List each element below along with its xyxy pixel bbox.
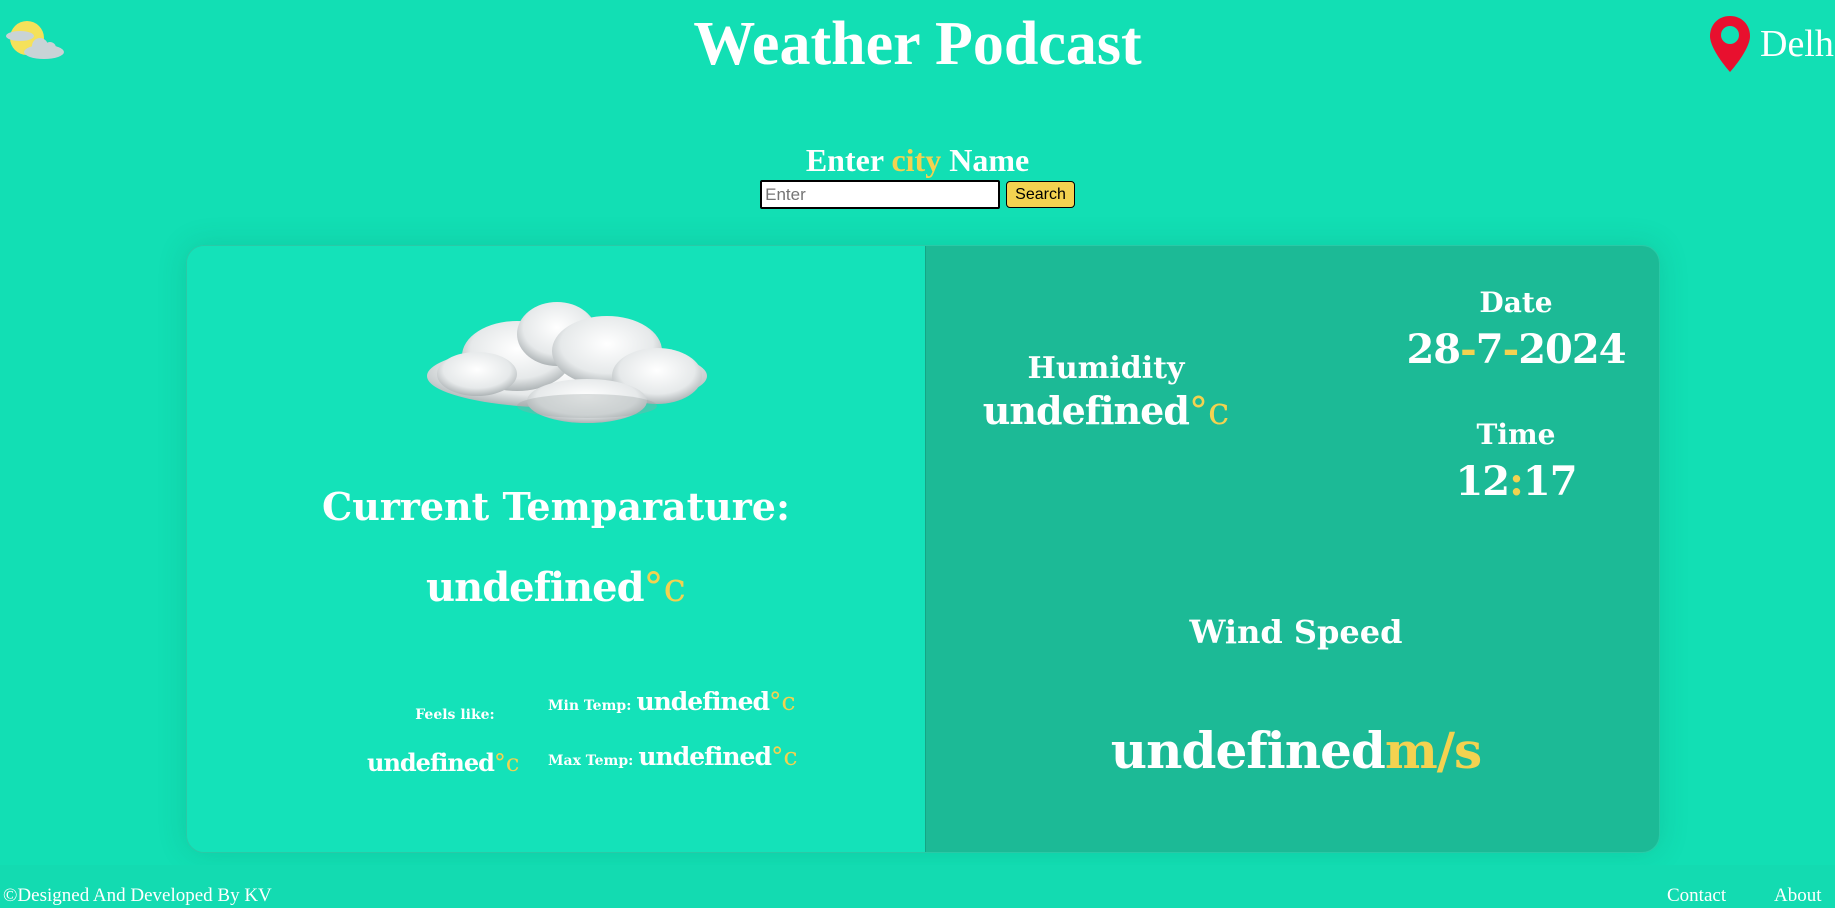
min-temp-row: Min Temp: undefined°c xyxy=(548,687,796,716)
header: Weather Podcast Delh xyxy=(0,0,1835,90)
humidity-label: Humidity xyxy=(1027,351,1185,386)
current-temperature-value: undefined°c xyxy=(187,564,925,611)
temp-unit: °c xyxy=(643,565,686,611)
time-hour: 12 xyxy=(1455,458,1510,505)
date-day: 28 xyxy=(1406,326,1461,373)
search-label: Enter city Name xyxy=(0,140,1835,180)
city-search-input[interactable] xyxy=(760,180,1001,209)
feels-like-value: undefined°c xyxy=(367,748,519,777)
search-label-post: Name xyxy=(941,142,1030,178)
date-sep-2: - xyxy=(1502,326,1520,373)
weather-card: Current Temparature: undefined°c Feels l… xyxy=(186,245,1660,853)
location-label: Delh xyxy=(1760,23,1834,65)
map-pin-icon xyxy=(1710,16,1750,72)
humidity-unit: °c xyxy=(1188,389,1230,433)
wind-value-text: undefined xyxy=(1110,721,1386,780)
feels-like-label: Feels like: xyxy=(415,707,495,723)
time-sep: : xyxy=(1509,458,1524,505)
max-temp-label: Max Temp: xyxy=(548,753,634,769)
cloud-image xyxy=(407,286,727,436)
search-row: Search xyxy=(0,180,1835,209)
copyright-text: ©Designed And Developed By KV xyxy=(3,885,272,906)
humidity-value-text: undefined xyxy=(982,388,1190,433)
humidity-value: undefined°c xyxy=(966,388,1246,433)
max-temp-unit: °c xyxy=(770,742,798,771)
time-value: 12:17 xyxy=(1406,458,1626,505)
time-minute: 17 xyxy=(1522,458,1578,505)
min-temp-value: undefined xyxy=(636,687,770,716)
feels-unit: °c xyxy=(493,749,520,777)
search-label-pre: Enter xyxy=(805,142,892,178)
date-month: 7 xyxy=(1475,326,1504,373)
contact-link[interactable]: Contact xyxy=(1667,885,1726,907)
details-panel: Humidity undefined°c Date 28-7-2024 Time… xyxy=(925,246,1659,852)
max-temp-value: undefined xyxy=(638,742,772,771)
date-label: Date xyxy=(1479,286,1553,319)
date-year: 2024 xyxy=(1518,326,1626,373)
min-temp-label: Min Temp: xyxy=(548,698,632,714)
temp-value-text: undefined xyxy=(426,564,644,611)
location[interactable]: Delh xyxy=(1708,8,1834,80)
site-title: Weather Podcast xyxy=(693,10,1142,78)
wind-speed-value: undefinedm/s xyxy=(1046,721,1546,780)
wind-unit: m/s xyxy=(1384,721,1482,780)
time-label: Time xyxy=(1476,418,1556,451)
search-label-accent: city xyxy=(891,142,942,178)
search-button[interactable]: Search xyxy=(1006,181,1075,208)
min-temp-unit: °c xyxy=(769,687,796,716)
search-area: Enter city Name Search xyxy=(0,140,1835,209)
feels-value-text: undefined xyxy=(367,748,495,777)
wind-speed-label: Wind Speed xyxy=(1189,613,1403,651)
max-temp-row: Max Temp: undefined°c xyxy=(548,742,797,771)
current-weather-panel: Current Temparature: undefined°c Feels l… xyxy=(187,246,925,852)
date-sep-1: - xyxy=(1460,326,1477,373)
footer: ©Designed And Developed By KV Contact Ab… xyxy=(0,865,1835,908)
about-link[interactable]: About xyxy=(1774,885,1822,907)
current-temperature-heading: Current Temparature: xyxy=(321,484,791,529)
date-value: 28-7-2024 xyxy=(1366,326,1659,373)
